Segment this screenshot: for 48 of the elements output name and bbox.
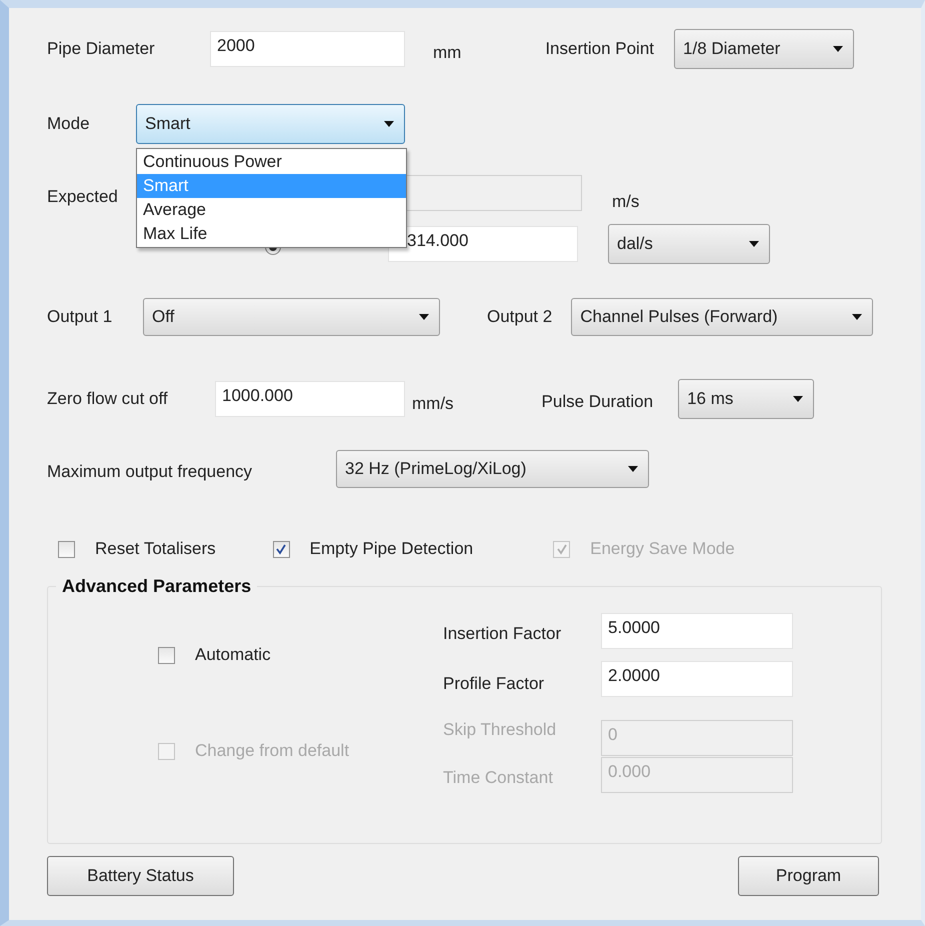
output-2-dropdown[interactable]: Channel Pulses (Forward) <box>571 298 874 336</box>
flow-field[interactable]: 314.000 <box>388 226 578 262</box>
max-frequency-dropdown[interactable]: 32 Hz (PrimeLog/XiLog) <box>336 450 649 488</box>
field-label: Pulse Duration <box>542 392 654 412</box>
checkbox[interactable] <box>158 646 175 664</box>
caret-icon <box>749 241 759 247</box>
mode-dropdown[interactable]: Smart <box>136 104 405 144</box>
field-label: Mode <box>47 114 91 134</box>
unit-label: mm <box>433 43 462 63</box>
unit-label: mm/s <box>412 394 454 414</box>
dropdown-option[interactable]: Average <box>137 198 406 222</box>
field-label: Profile Factor <box>443 674 546 694</box>
checkbox-label: Energy Save Mode <box>590 539 735 559</box>
caret-icon <box>833 46 844 52</box>
program-button[interactable]: Program <box>738 856 879 896</box>
insertion-point-dropdown[interactable]: 1/8 Diameter <box>674 29 854 69</box>
caret-icon <box>419 314 429 320</box>
checkbox-label: Change from default <box>195 741 350 761</box>
field-label: Expected <box>47 187 119 207</box>
caret-icon <box>628 466 638 472</box>
pulse-duration-dropdown[interactable]: 16 ms <box>678 379 814 419</box>
battery-status-button[interactable]: Battery Status <box>47 856 234 896</box>
caret-icon <box>384 121 394 127</box>
pipe-diameter-field[interactable]: 2000 <box>210 31 405 67</box>
field-label: Zero flow cut off <box>47 389 169 409</box>
field-label: Pipe Diameter <box>47 39 156 59</box>
unit-label: m/s <box>612 192 640 212</box>
caret-icon <box>852 314 862 320</box>
text-field[interactable]: 5.0000 <box>601 613 793 649</box>
field-label: Insertion Factor <box>443 624 562 644</box>
flow-unit-dropdown[interactable]: dal/s <box>608 224 770 264</box>
checkbox[interactable] <box>272 540 290 558</box>
field-label: Maximum output frequency <box>47 462 254 482</box>
text-field[interactable]: 2.0000 <box>601 661 793 697</box>
checkbox-label: Empty Pipe Detection <box>310 539 474 559</box>
checkbox[interactable] <box>58 540 75 558</box>
zero-flow-field[interactable]: 1000.000 <box>215 381 405 417</box>
field-label: Time Constant <box>443 768 554 788</box>
group-title: Advanced Parameters <box>61 576 252 597</box>
dropdown-option[interactable]: Continuous Power <box>137 150 406 174</box>
output-1-dropdown[interactable]: Off <box>143 298 440 336</box>
checkbox-label: Automatic <box>195 645 271 665</box>
caret-icon <box>793 396 804 402</box>
field-label: Output 2 <box>487 307 552 327</box>
field-label: Skip Threshold <box>443 720 558 740</box>
checkbox-label: Reset Totalisers <box>95 539 216 559</box>
field-label: Output 1 <box>47 307 114 327</box>
field-label: Insertion Point <box>545 39 654 59</box>
